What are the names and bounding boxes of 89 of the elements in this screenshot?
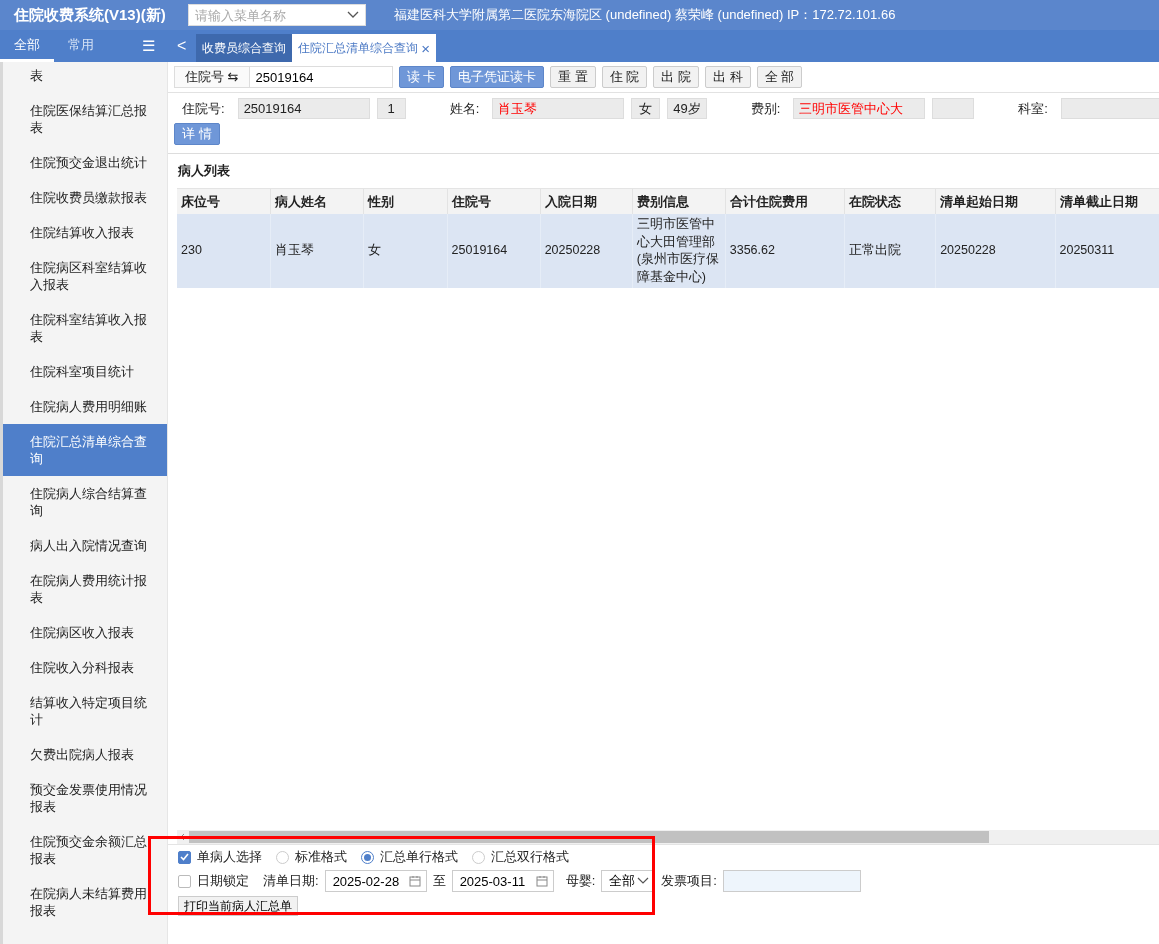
sidebar-item[interactable]: 住院预交金退出统计	[3, 145, 167, 180]
field-label: 科室:	[1018, 99, 1048, 118]
sidebar-item[interactable]: 在院病人未结算费用报表	[3, 876, 167, 928]
section-title: 病人列表	[177, 162, 231, 180]
date-picker[interactable]: 2025-03-11	[451, 870, 554, 892]
app-title: 住院收费系统(V13)(新)	[12, 5, 167, 25]
hospital-user-info: 福建医科大学附属第二医院东海院区 (undefined) 蔡荣峰 (undefined) IP：172.72.101.66	[394, 6, 896, 24]
table-cell: 20250228	[540, 214, 633, 288]
sidebar-item[interactable]: 表	[3, 62, 167, 93]
checkbox[interactable]	[178, 850, 191, 864]
sidebar-item[interactable]: 住院病人综合结算查询	[3, 476, 167, 528]
menu-search-field[interactable]: 请输入菜单名称	[189, 6, 347, 24]
field-label: 母婴:	[565, 872, 596, 890]
radio-label[interactable]: 汇总双行格式	[491, 848, 569, 866]
action-button[interactable]: 出 院	[653, 66, 699, 88]
scrollbar-thumb[interactable]	[189, 831, 989, 843]
table-cell: 3356.62	[725, 214, 845, 288]
checkbox-label[interactable]: 单病人选择	[197, 848, 262, 866]
column-header: 入院日期	[540, 189, 633, 214]
radio-button[interactable]	[361, 850, 374, 864]
field-value: 49岁	[673, 99, 701, 118]
action-button[interactable]: 住 院	[601, 66, 648, 88]
range-separator: 至	[432, 872, 446, 890]
table-cell: 三明市医管中心大田管理部(泉州市医疗保障基金中心)	[632, 214, 726, 288]
sidebar-item[interactable]: 住院预交金余额汇总报表	[3, 824, 167, 876]
table-cell: 女	[363, 214, 448, 288]
caret-icon[interactable]	[637, 877, 650, 885]
sidebar-item[interactable]: 结算收入特定项目统计	[3, 685, 167, 737]
sidebar-item[interactable]: 住院病区科室结算收入报表	[3, 250, 167, 302]
column-header: 合计住院费用	[725, 189, 845, 214]
column-header: 在院状态	[844, 189, 936, 214]
column-header: 清单截止日期	[1055, 189, 1159, 214]
id-input-field[interactable]: 25019164	[248, 66, 393, 88]
table-cell: 230	[177, 214, 271, 288]
sidebar-item[interactable]: 住院结算收入报表	[3, 215, 167, 250]
sidebar-item[interactable]: 病人出入院情况查询	[3, 528, 167, 563]
column-header: 性别	[363, 189, 448, 214]
menu-search-box[interactable]: 请输入菜单名称	[188, 4, 366, 26]
field-value: 三明市医管中心大	[799, 99, 904, 118]
sidebar-item[interactable]: 住院病人费用明细账	[3, 389, 167, 424]
sidebar-item[interactable]: 住院病区收入报表	[3, 615, 167, 650]
column-header: 病人姓名	[270, 189, 364, 214]
field-label: 发票项目:	[661, 872, 717, 890]
column-header: 费别信息	[632, 189, 726, 214]
action-button[interactable]: 全 部	[756, 66, 803, 88]
checkbox[interactable]	[178, 874, 191, 888]
sidebar-item[interactable]: 住院汇总清单综合查询	[3, 424, 167, 476]
sidebar-item[interactable]: 住院收入分科报表	[3, 650, 167, 685]
close-icon[interactable]: ×	[421, 39, 431, 57]
field-label: 姓名:	[449, 99, 480, 118]
table-cell: 正常出院	[844, 214, 936, 288]
table-cell: 25019164	[447, 214, 541, 288]
column-header: 清单起始日期	[935, 189, 1055, 214]
invoice-item-field[interactable]	[722, 870, 861, 892]
radio-label[interactable]: 标准格式	[295, 848, 347, 866]
field-value: 25019164	[243, 101, 302, 116]
radio-button[interactable]	[276, 850, 289, 864]
table-cell: 20250311	[1055, 214, 1159, 288]
back-button[interactable]: <	[167, 30, 197, 62]
sidebar-item[interactable]: 在院病人费用统计报表	[3, 563, 167, 615]
column-header: 住院号	[447, 189, 541, 214]
calendar-icon[interactable]	[535, 875, 548, 887]
field-value: 肖玉琴	[498, 99, 538, 118]
sidebar-item[interactable]: 住院科室结算收入报表	[3, 302, 167, 354]
field-value: 女	[639, 99, 653, 118]
page-tab[interactable]: 收费员综合查询	[196, 34, 293, 62]
empty-field-box	[932, 98, 975, 119]
action-button[interactable]: 出 科	[705, 66, 751, 88]
page-tab[interactable]: 住院汇总清单综合查询 ×	[292, 34, 437, 62]
sidebar-item[interactable]: 预交金发票使用情况报表	[3, 772, 167, 824]
date-picker[interactable]: 2025-02-28	[324, 870, 427, 892]
field-label: 住院号:	[182, 99, 225, 118]
action-button[interactable]: 重 置	[550, 66, 596, 88]
calendar-icon[interactable]	[408, 875, 421, 887]
checkbox-label[interactable]: 日期锁定	[197, 872, 249, 890]
table-cell: 肖玉琴	[270, 214, 364, 288]
id-type-label[interactable]: 住院号 ⇆	[174, 66, 250, 88]
field-value: 1	[387, 101, 395, 116]
caret-icon[interactable]	[347, 11, 359, 19]
radio-button[interactable]	[472, 850, 485, 864]
sidebar-item[interactable]: 住院收费员缴款报表	[3, 180, 167, 215]
field-label: 清单日期:	[263, 872, 319, 890]
table-cell: 20250228	[935, 214, 1055, 288]
field-label: 费别:	[750, 99, 781, 118]
radio-label[interactable]: 汇总单行格式	[380, 848, 458, 866]
column-header: 床位号	[177, 189, 271, 214]
sidebar-item[interactable]: 欠费出院病人报表	[3, 737, 167, 772]
sidebar-item[interactable]: 住院科室项目统计	[3, 354, 167, 389]
sidebar-item[interactable]: 住院医保结算汇总报表	[3, 93, 167, 145]
